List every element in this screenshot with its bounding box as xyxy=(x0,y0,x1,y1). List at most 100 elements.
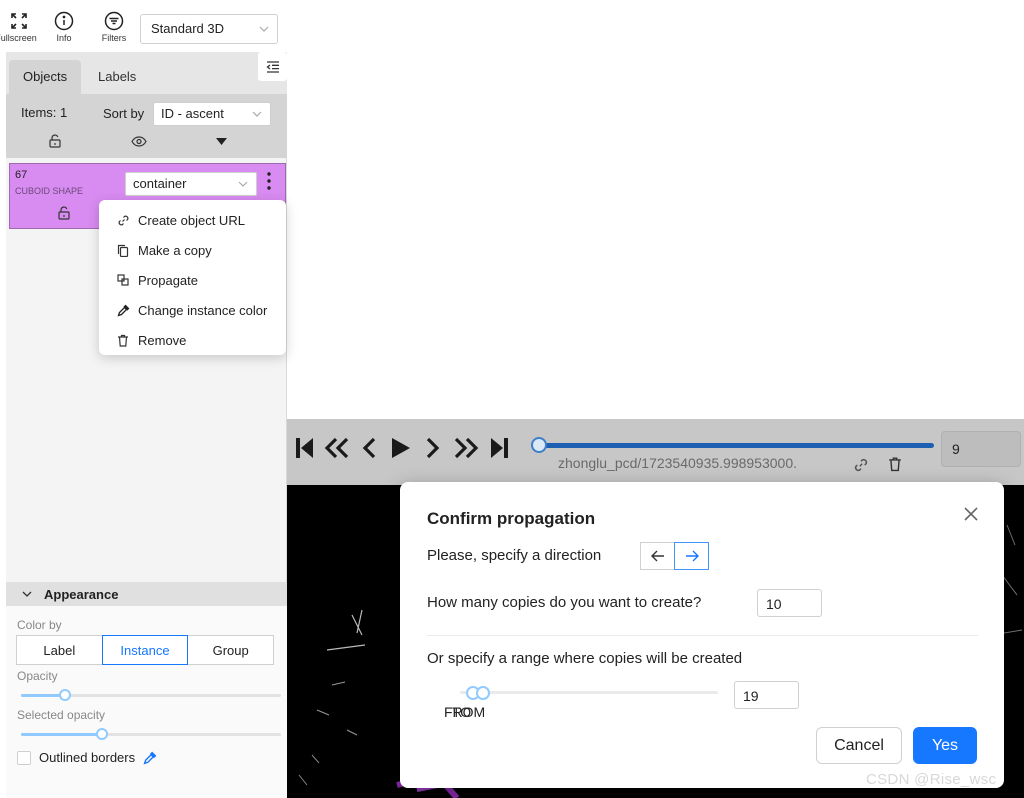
direction-forward-button[interactable] xyxy=(674,542,709,570)
sidebar-tabs: Objects Labels xyxy=(6,52,287,94)
appearance-panel: Appearance Color by Label Instance Group… xyxy=(6,582,287,798)
link-icon[interactable] xyxy=(853,457,869,473)
range-slider-rail xyxy=(460,691,718,694)
selected-opacity-slider[interactable] xyxy=(21,728,281,740)
copies-input[interactable]: 10 xyxy=(757,589,822,617)
color-by-label: Color by xyxy=(17,618,62,632)
previous-frame-icon[interactable] xyxy=(362,437,376,459)
lock-all-icon[interactable] xyxy=(49,134,61,148)
color-picker-icon xyxy=(116,304,130,317)
object-id: 67 xyxy=(15,169,28,181)
color-by-instance-option[interactable]: Instance xyxy=(101,635,189,665)
cancel-button[interactable]: Cancel xyxy=(816,727,902,764)
appearance-title: Appearance xyxy=(44,586,119,602)
forward-step-icon[interactable] xyxy=(453,437,479,459)
backward-step-icon[interactable] xyxy=(324,437,350,459)
fullscreen-button[interactable]: Fullscreen xyxy=(0,10,40,46)
direction-toggle xyxy=(640,542,709,570)
frame-slider-handle[interactable] xyxy=(531,437,547,453)
tab-labels[interactable]: Labels xyxy=(84,60,150,94)
outlined-borders-checkbox[interactable] xyxy=(17,750,31,765)
chevron-down-icon xyxy=(252,109,262,119)
trash-icon xyxy=(116,334,130,347)
items-count: Items: 1 xyxy=(21,105,68,120)
lock-icon[interactable] xyxy=(58,206,70,220)
outlined-borders-label: Outlined borders xyxy=(39,750,136,765)
color-by-label-option[interactable]: Label xyxy=(16,635,103,665)
more-vertical-icon[interactable] xyxy=(266,171,274,195)
play-icon[interactable] xyxy=(391,437,411,459)
range-end-input[interactable]: 19 xyxy=(734,681,799,709)
outlined-borders-row: Outlined borders xyxy=(17,750,157,765)
top-toolbar: Fullscreen Info Filters Standard 3D xyxy=(0,0,287,52)
filters-label: Filters xyxy=(101,33,127,43)
object-context-menu: Create object URL Make a copy Propagate xyxy=(99,200,286,355)
menu-item-label: Remove xyxy=(138,332,187,348)
menu-item-create-url[interactable]: Create object URL xyxy=(99,205,286,235)
opacity-slider[interactable] xyxy=(21,689,281,701)
yes-button[interactable]: Yes xyxy=(913,727,977,764)
arrow-left-icon xyxy=(650,550,665,562)
menu-item-label: Create object URL xyxy=(138,212,245,228)
filters-button[interactable]: Filters xyxy=(92,10,136,46)
tab-objects[interactable]: Objects xyxy=(9,60,82,94)
objects-list-header: Items: 1 Sort by ID - ascent xyxy=(6,94,287,158)
frame-number-input[interactable]: 9 xyxy=(941,431,1021,467)
sort-select[interactable]: ID - ascent xyxy=(153,102,271,126)
menu-item-label: Make a copy xyxy=(138,242,212,258)
fullscreen-icon xyxy=(0,10,40,32)
frame-slider-track xyxy=(531,443,934,448)
range-label: Or specify a range where copies will be … xyxy=(427,650,743,667)
propagation-modal: Confirm propagation Please, specify a di… xyxy=(400,482,1004,788)
selected-opacity-handle[interactable] xyxy=(95,728,108,740)
menu-item-label: Change instance color xyxy=(138,302,268,318)
trash-icon[interactable] xyxy=(888,456,902,472)
watermark: CSDN @Rise_wsc xyxy=(866,771,997,788)
sort-label: Sort by xyxy=(103,106,145,121)
opacity-label: Opacity xyxy=(17,669,58,683)
view-mode-value: Standard 3D xyxy=(151,21,224,36)
direction-backward-button[interactable] xyxy=(640,542,675,570)
info-button[interactable]: Info xyxy=(42,10,86,46)
range-to-handle[interactable] xyxy=(476,686,491,700)
appearance-header[interactable]: Appearance xyxy=(6,582,287,606)
object-label-value: container xyxy=(133,176,187,191)
range-slider[interactable] xyxy=(460,686,718,700)
direction-label: Please, specify a direction xyxy=(427,547,602,564)
fullscreen-label: Fullscreen xyxy=(0,33,37,43)
eye-icon[interactable] xyxy=(131,136,147,147)
color-by-group: Label Instance Group xyxy=(16,635,275,665)
last-frame-icon[interactable] xyxy=(490,437,508,459)
player-controls: zhonglu_pcd/1723540935.998953000. 9 xyxy=(287,419,1024,485)
collapse-sidebar-button[interactable] xyxy=(258,52,287,81)
next-frame-icon[interactable] xyxy=(426,437,440,459)
filter-icon xyxy=(92,10,136,32)
menu-item-change-color[interactable]: Change instance color xyxy=(99,295,286,325)
view-mode-select[interactable]: Standard 3D xyxy=(140,14,278,44)
chevron-down-icon xyxy=(259,24,269,34)
copy-icon xyxy=(116,244,130,257)
propagate-icon xyxy=(116,274,130,286)
info-label: Info xyxy=(56,33,72,43)
opacity-handle[interactable] xyxy=(59,689,72,701)
object-label-select[interactable]: container xyxy=(125,172,257,196)
info-icon xyxy=(42,10,86,32)
menu-item-propagate[interactable]: Propagate xyxy=(99,265,286,295)
menu-item-make-copy[interactable]: Make a copy xyxy=(99,235,286,265)
close-icon[interactable] xyxy=(963,506,979,522)
selected-opacity-label: Selected opacity xyxy=(17,708,106,722)
color-picker-icon[interactable] xyxy=(143,751,157,765)
menu-fold-icon xyxy=(265,60,280,73)
frame-slider[interactable] xyxy=(531,437,934,453)
link-icon xyxy=(116,214,130,227)
color-by-group-option[interactable]: Group xyxy=(187,635,275,665)
first-frame-icon[interactable] xyxy=(296,437,314,459)
caret-down-icon[interactable] xyxy=(216,138,227,145)
modal-title: Confirm propagation xyxy=(427,509,596,528)
menu-item-remove[interactable]: Remove xyxy=(99,325,286,355)
objects-sidebar: Fullscreen Info Filters Standard 3D xyxy=(0,0,287,798)
copies-label: How many copies do you want to create? xyxy=(427,594,702,611)
frame-filename: zhonglu_pcd/1723540935.998953000. xyxy=(558,455,798,471)
menu-item-label: Propagate xyxy=(138,272,198,288)
chevron-down-icon xyxy=(238,179,248,189)
